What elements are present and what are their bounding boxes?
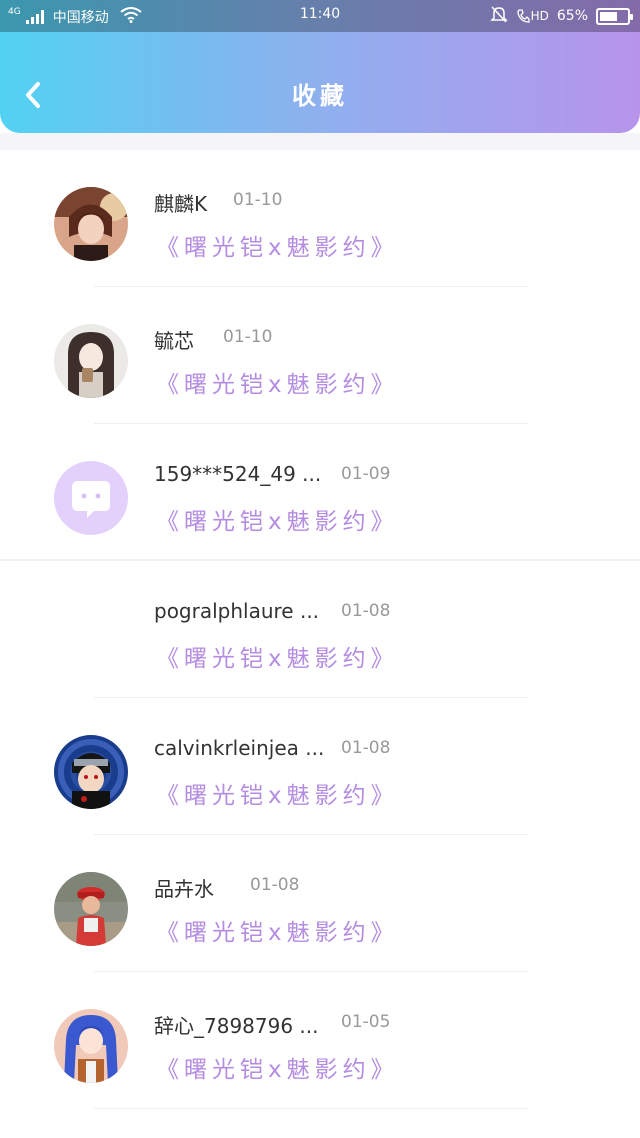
username[interactable]: 毓芯 [154, 325, 194, 354]
default-chat-avatar-icon [54, 461, 128, 535]
header-gap [0, 133, 640, 150]
status-bar: 4G 中国移动 11:40 HD 65% [0, 0, 640, 32]
favorite-date: 01-08 [341, 601, 391, 621]
username[interactable]: pogralphlaure ... [154, 599, 319, 623]
username[interactable]: 麒麟K [154, 188, 207, 217]
username[interactable]: calvinkrleinjea ... [154, 736, 324, 760]
list-item[interactable]: 159***524_49 ... 01-09 《曙光铠x魅影约》 [0, 424, 640, 561]
list-item[interactable]: calvinkrleinjea ... 01-08 《曙光铠x魅影约》 [0, 698, 640, 835]
favorite-date: 01-10 [223, 327, 273, 347]
favorite-title-link[interactable]: 《曙光铠x魅影约》 [156, 502, 399, 536]
favorites-list: 麒麟K 01-10 《曙光铠x魅影约》 毓芯 01-10 《曙光铠x魅影约》 1… [0, 150, 640, 1109]
favorite-date: 01-10 [233, 190, 283, 210]
battery-percent: 65% [556, 8, 588, 24]
avatar[interactable] [54, 735, 128, 809]
favorite-title-link[interactable]: 《曙光铠x魅影约》 [156, 776, 399, 810]
avatar[interactable] [54, 461, 128, 535]
favorite-date: 01-05 [341, 1012, 391, 1032]
favorite-date: 01-09 [341, 464, 391, 484]
avatar[interactable] [54, 1009, 128, 1083]
favorite-title-link[interactable]: 《曙光铠x魅影约》 [156, 365, 399, 399]
favorite-date: 01-08 [341, 738, 391, 758]
avatar[interactable] [54, 324, 128, 398]
favorite-title-link[interactable]: 《曙光铠x魅影约》 [156, 1050, 399, 1084]
battery-icon [596, 7, 633, 25]
username[interactable]: 159***524_49 ... [154, 462, 321, 486]
favorite-date: 01-08 [250, 875, 300, 895]
favorite-title-link[interactable]: 《曙光铠x魅影约》 [156, 228, 399, 262]
list-item[interactable]: 毓芯 01-10 《曙光铠x魅影约》 [0, 287, 640, 424]
divider [94, 1108, 528, 1109]
list-item[interactable]: 辞心_7898796 ... 01-05 《曙光铠x魅影约》 [0, 972, 640, 1109]
header-bar: 4G 中国移动 11:40 HD 65% 收藏 [0, 0, 640, 133]
avatar[interactable] [54, 187, 128, 261]
avatar[interactable] [54, 872, 128, 946]
page-title: 收藏 [292, 82, 348, 110]
list-item[interactable]: 麒麟K 01-10 《曙光铠x魅影约》 [0, 150, 640, 287]
favorite-title-link[interactable]: 《曙光铠x魅影约》 [156, 639, 399, 673]
mute-bell-icon [489, 5, 508, 27]
username[interactable]: 辞心_7898796 ... [154, 1010, 319, 1039]
username[interactable]: 品卉水 [154, 873, 214, 902]
hd-call-indicator: HD [516, 8, 549, 24]
phone-icon [516, 9, 530, 23]
list-item[interactable]: 品卉水 01-08 《曙光铠x魅影约》 [0, 835, 640, 972]
favorite-title-link[interactable]: 《曙光铠x魅影约》 [156, 913, 399, 947]
list-item[interactable]: pogralphlaure ... 01-08 《曙光铠x魅影约》 [0, 561, 640, 698]
